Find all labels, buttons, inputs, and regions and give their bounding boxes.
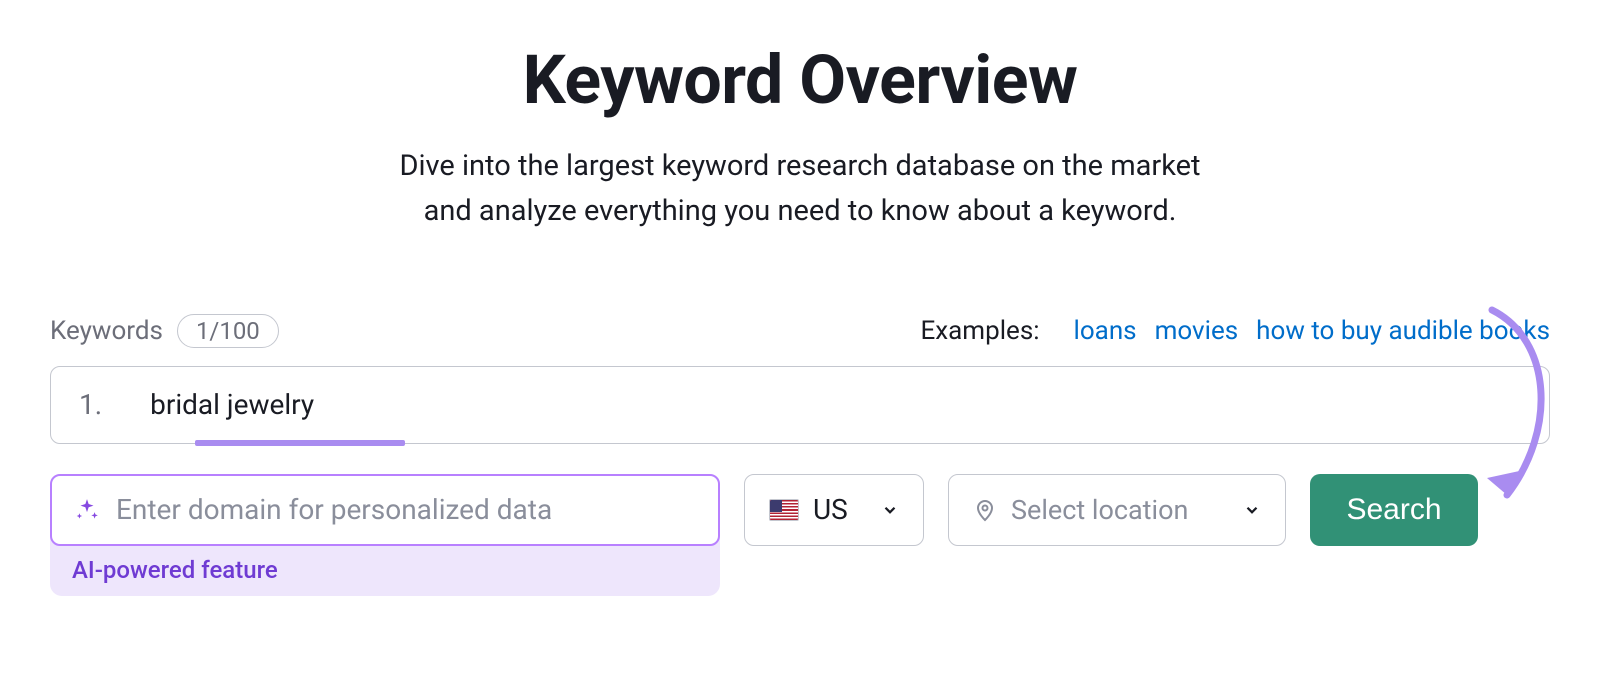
location-pin-icon xyxy=(973,498,997,522)
ai-feature-label: AI-powered feature xyxy=(50,546,720,584)
country-code: US xyxy=(813,493,848,526)
examples-label: Examples: xyxy=(920,316,1039,346)
keywords-count-pill: 1/100 xyxy=(177,314,279,348)
domain-input[interactable]: Enter domain for personalized data xyxy=(50,474,720,546)
examples-row: Examples: loans movies how to buy audibl… xyxy=(920,316,1550,346)
page-title: Keyword Overview xyxy=(50,40,1550,120)
keyword-number: 1. xyxy=(79,388,102,421)
chevron-down-icon xyxy=(881,501,899,519)
us-flag-icon xyxy=(769,499,799,521)
keywords-label-group: Keywords 1/100 xyxy=(50,314,279,348)
subtitle-line-1: Dive into the largest keyword research d… xyxy=(399,149,1200,183)
keyword-input[interactable]: 1. bridal jewelry xyxy=(50,366,1550,444)
example-link-loans[interactable]: loans xyxy=(1074,316,1137,346)
example-link-audible[interactable]: how to buy audible books xyxy=(1256,316,1550,346)
highlight-annotation xyxy=(195,440,405,446)
sparkle-icon xyxy=(74,497,100,523)
keywords-label: Keywords xyxy=(50,316,163,346)
country-select[interactable]: US xyxy=(744,474,924,546)
location-select[interactable]: Select location xyxy=(948,474,1286,546)
chevron-down-icon xyxy=(1243,501,1261,519)
domain-placeholder: Enter domain for personalized data xyxy=(116,493,552,526)
search-button[interactable]: Search xyxy=(1310,474,1478,546)
keyword-input-value: bridal jewelry xyxy=(150,388,314,421)
subtitle-line-2: and analyze everything you need to know … xyxy=(424,194,1177,228)
example-link-movies[interactable]: movies xyxy=(1155,316,1239,346)
page-subtitle: Dive into the largest keyword research d… xyxy=(50,144,1550,234)
location-placeholder: Select location xyxy=(1011,494,1188,526)
domain-input-container: Enter domain for personalized data AI-po… xyxy=(50,474,720,596)
